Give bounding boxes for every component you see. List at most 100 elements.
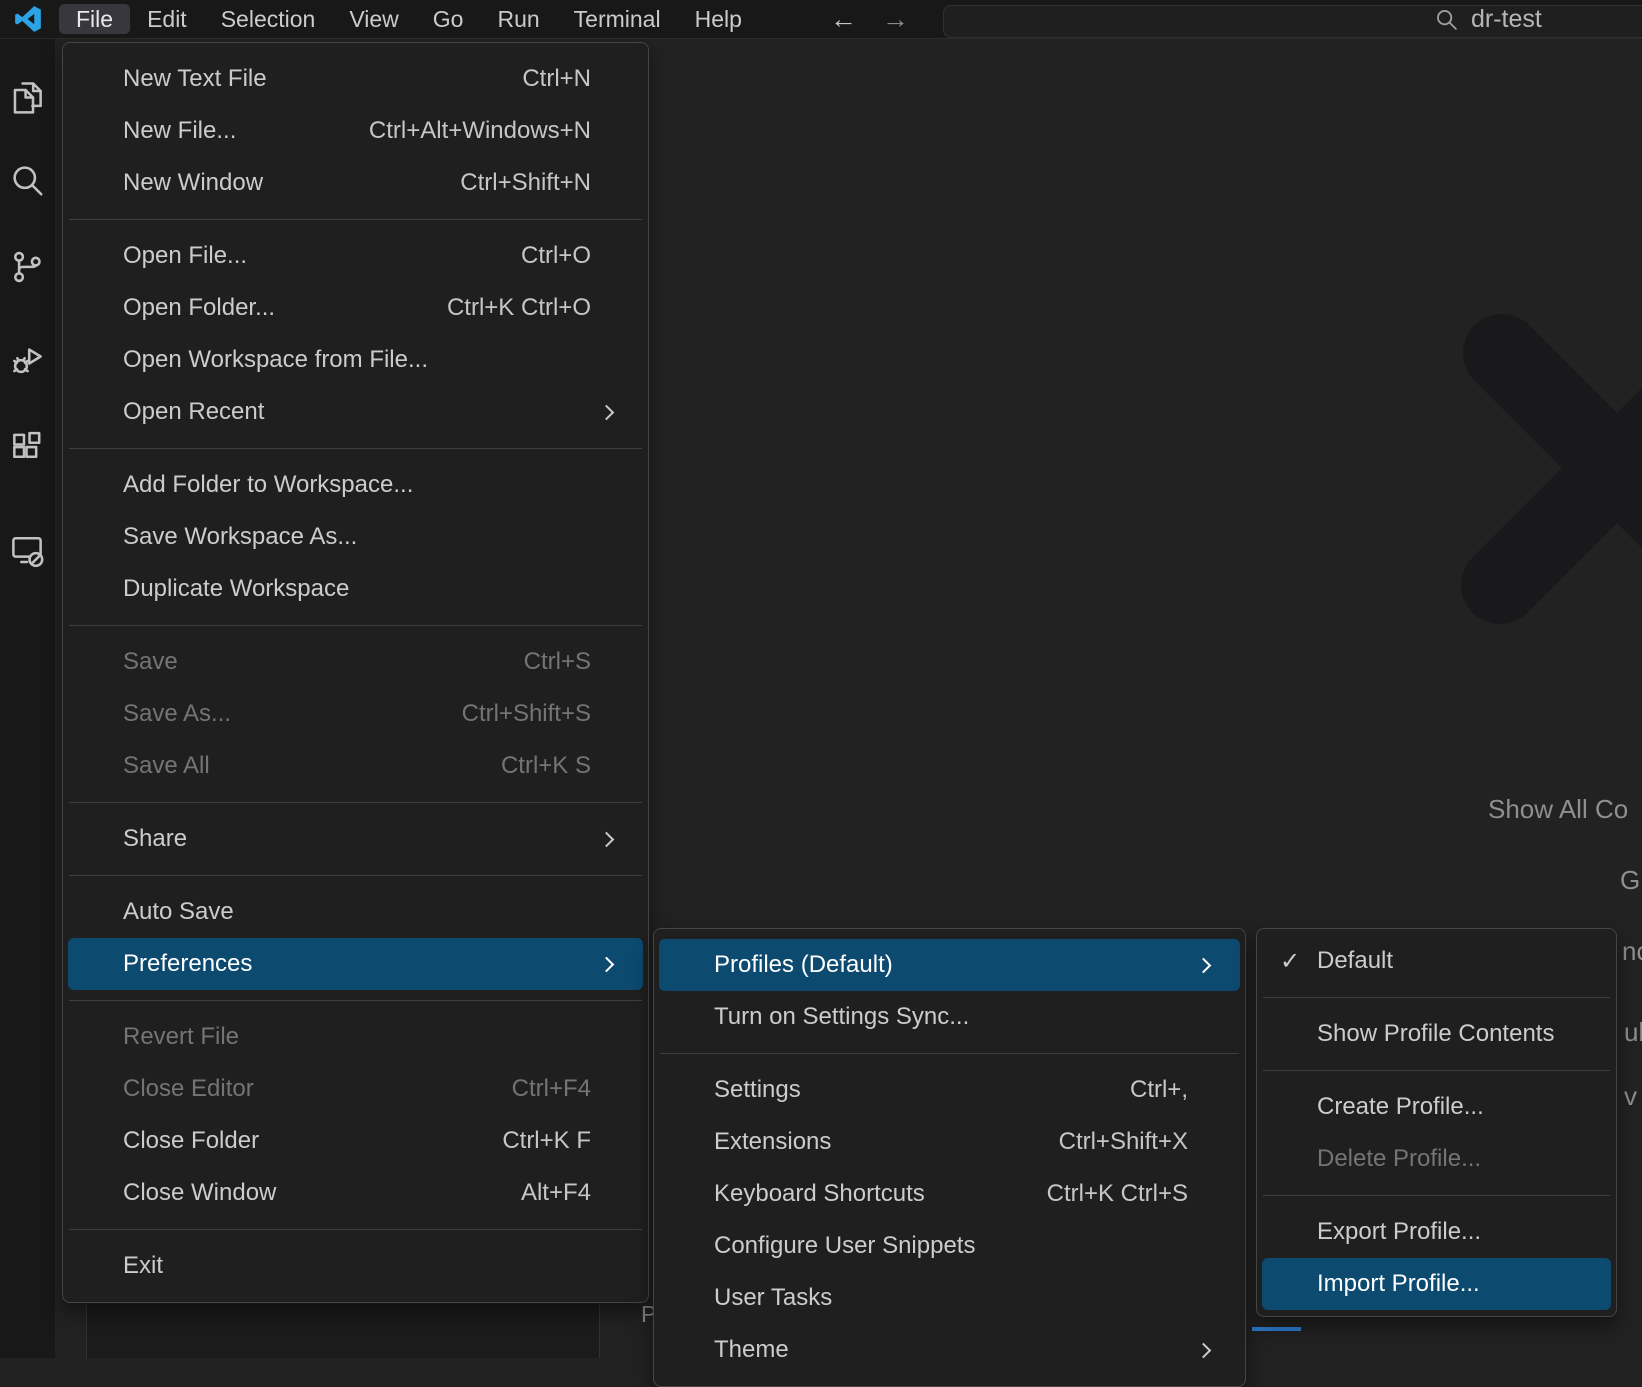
explorer-icon[interactable]	[8, 78, 46, 116]
menu-item-label: Configure User Snippets	[714, 1232, 1188, 1260]
menubar-item-terminal[interactable]: Terminal	[557, 4, 678, 34]
menu-item-configure-user-snippets[interactable]: Configure User Snippets	[659, 1220, 1240, 1272]
source-control-icon[interactable]	[8, 248, 46, 286]
menu-item-share[interactable]: Share	[68, 813, 643, 865]
menubar-item-go[interactable]: Go	[416, 4, 481, 34]
menu-item-label: Preferences	[123, 950, 591, 978]
menu-item-label: Open Recent	[123, 398, 591, 426]
command-center-content[interactable]: dr-test	[1434, 0, 1542, 38]
arrow-slot	[1194, 1006, 1216, 1028]
menu-item-import-profile[interactable]: Import Profile...	[1262, 1258, 1611, 1310]
menu-item-label: New Text File	[123, 65, 522, 93]
menu-item-open-workspace-from-file[interactable]: Open Workspace from File...	[68, 334, 643, 386]
vscode-logo-icon	[13, 4, 43, 34]
menu-item-profiles-default[interactable]: Profiles (Default)	[659, 939, 1240, 991]
menubar-item-selection[interactable]: Selection	[204, 4, 333, 34]
menu-item-close-editor: Close EditorCtrl+F4	[68, 1063, 643, 1115]
menu-item-new-text-file[interactable]: New Text FileCtrl+N	[68, 53, 643, 105]
menu-item-auto-save[interactable]: Auto Save	[68, 886, 643, 938]
menu-item-label: Close Editor	[123, 1075, 512, 1103]
menu-item-turn-on-settings-sync[interactable]: Turn on Settings Sync...	[659, 991, 1240, 1043]
menu-item-label: Create Profile...	[1317, 1093, 1559, 1121]
menu-item-new-file[interactable]: New File...Ctrl+Alt+Windows+N	[68, 105, 643, 157]
menu-item-revert-file: Revert File	[68, 1011, 643, 1063]
menu-item-open-file[interactable]: Open File...Ctrl+O	[68, 230, 643, 282]
menu-item-create-profile[interactable]: Create Profile...	[1262, 1081, 1611, 1133]
back-arrow-button[interactable]: ←	[830, 0, 857, 38]
menubar-item-file[interactable]: File	[59, 4, 130, 34]
menu-item-open-folder[interactable]: Open Folder...Ctrl+K Ctrl+O	[68, 282, 643, 334]
activity-bar	[0, 38, 55, 1358]
menu-item-label: Close Folder	[123, 1127, 502, 1155]
menu-item-extensions[interactable]: ExtensionsCtrl+Shift+X	[659, 1116, 1240, 1168]
arrow-slot	[1565, 1096, 1587, 1118]
menu-item-open-recent[interactable]: Open Recent	[68, 386, 643, 438]
menu-item-label: Duplicate Workspace	[123, 575, 591, 603]
menubar-item-edit[interactable]: Edit	[130, 4, 204, 34]
submenu-arrow-icon	[597, 401, 619, 423]
menu-item-label: Default	[1317, 947, 1559, 975]
run-debug-icon[interactable]	[8, 341, 46, 379]
menu-item-export-profile[interactable]: Export Profile...	[1262, 1206, 1611, 1258]
arrow-slot	[1565, 1273, 1587, 1295]
menu-separator	[69, 1229, 642, 1230]
menu-item-save-as: Save As...Ctrl+Shift+S	[68, 688, 643, 740]
menu-item-shortcut: Ctrl+K F	[502, 1127, 591, 1155]
menu-item-settings[interactable]: SettingsCtrl+,	[659, 1064, 1240, 1116]
arrow-slot	[597, 474, 619, 496]
menubar-item-help[interactable]: Help	[678, 4, 759, 34]
menu-item-label: Open Folder...	[123, 294, 447, 322]
arrow-slot	[1194, 1079, 1216, 1101]
menu-item-close-folder[interactable]: Close FolderCtrl+K F	[68, 1115, 643, 1167]
menu-item-theme[interactable]: Theme	[659, 1324, 1240, 1376]
menu-item-shortcut: Ctrl+F4	[512, 1075, 591, 1103]
extensions-icon[interactable]	[8, 429, 46, 467]
menu-item-close-window[interactable]: Close WindowAlt+F4	[68, 1167, 643, 1219]
preferences-submenu: Profiles (Default)Turn on Settings Sync.…	[653, 928, 1246, 1387]
background-text-fragment: nc	[1622, 937, 1642, 967]
menu-item-shortcut: Ctrl+N	[522, 65, 591, 93]
menu-item-label: Save	[123, 648, 524, 676]
menu-item-label: Save Workspace As...	[123, 523, 591, 551]
menu-item-user-tasks[interactable]: User Tasks	[659, 1272, 1240, 1324]
menu-item-keyboard-shortcuts[interactable]: Keyboard ShortcutsCtrl+K Ctrl+S	[659, 1168, 1240, 1220]
menu-item-shortcut: Ctrl+Shift+S	[462, 700, 591, 728]
submenu-arrow-icon	[597, 828, 619, 850]
arrow-slot	[1194, 1131, 1216, 1153]
menu-item-shortcut: Ctrl+S	[524, 648, 591, 676]
arrow-slot	[597, 1026, 619, 1048]
menu-separator	[660, 1053, 1239, 1054]
menu-item-default[interactable]: ✓Default	[1262, 935, 1611, 987]
menu-item-save-workspace-as[interactable]: Save Workspace As...	[68, 511, 643, 563]
arrow-slot	[597, 297, 619, 319]
search-icon[interactable]	[8, 161, 46, 199]
menubar-item-run[interactable]: Run	[480, 4, 556, 34]
menu-item-new-window[interactable]: New WindowCtrl+Shift+N	[68, 157, 643, 209]
menu-item-shortcut: Ctrl+,	[1130, 1076, 1188, 1104]
arrow-slot	[597, 120, 619, 142]
menu-separator	[1263, 1070, 1610, 1071]
submenu-arrow-icon	[597, 953, 619, 975]
menubar-item-view[interactable]: View	[332, 4, 415, 34]
menu-item-label: Open File...	[123, 242, 521, 270]
arrow-slot	[597, 526, 619, 548]
arrow-slot	[597, 68, 619, 90]
menu-item-shortcut: Ctrl+Shift+N	[460, 169, 591, 197]
menu-item-exit[interactable]: Exit	[68, 1240, 643, 1292]
menu-item-label: Auto Save	[123, 898, 591, 926]
remote-explorer-icon[interactable]	[8, 531, 46, 569]
menu-item-shortcut: Ctrl+K S	[501, 752, 591, 780]
arrow-slot	[597, 349, 619, 371]
menu-item-label: Export Profile...	[1317, 1218, 1559, 1246]
menu-item-show-profile-contents[interactable]: Show Profile Contents	[1262, 1008, 1611, 1060]
menu-item-add-folder-to-workspace[interactable]: Add Folder to Workspace...	[68, 459, 643, 511]
arrow-slot	[597, 1130, 619, 1152]
search-icon	[1434, 7, 1459, 32]
background-text-fragment: Show All Co	[1488, 795, 1628, 825]
menu-item-preferences[interactable]: Preferences	[68, 938, 643, 990]
submenu-arrow-icon	[1194, 954, 1216, 976]
forward-arrow-button[interactable]: →	[882, 0, 909, 38]
menu-item-duplicate-workspace[interactable]: Duplicate Workspace	[68, 563, 643, 615]
arrow-slot	[597, 1182, 619, 1204]
menu-item-label: Exit	[123, 1252, 591, 1280]
